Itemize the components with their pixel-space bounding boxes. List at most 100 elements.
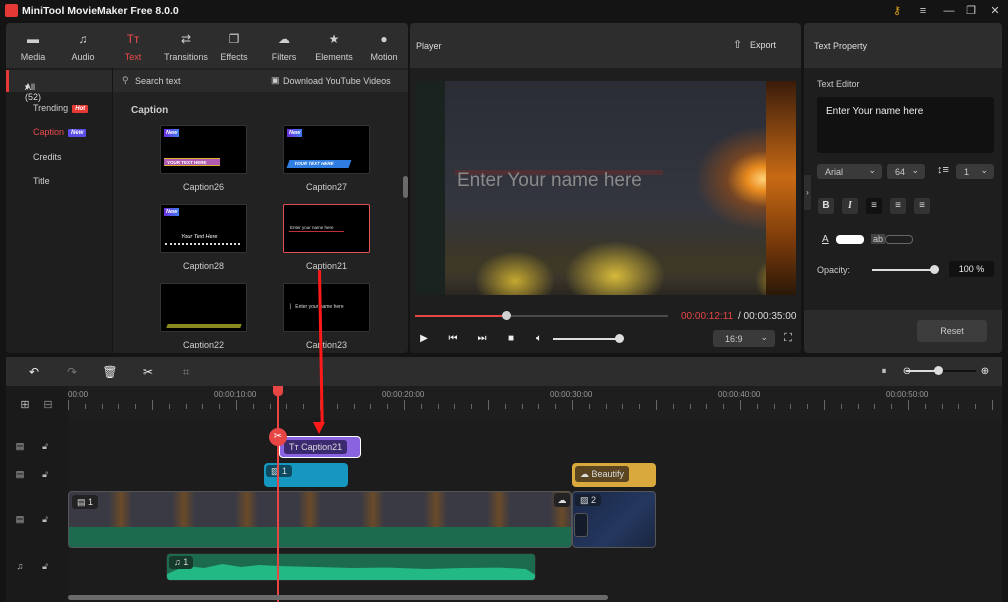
opacity-handle[interactable]: [930, 265, 939, 274]
category-title[interactable]: Title: [33, 176, 50, 186]
restore-button[interactable]: ❐: [962, 3, 980, 19]
timeline-horizontal-scrollbar[interactable]: [68, 595, 608, 600]
search-input[interactable]: Search text: [135, 76, 181, 86]
lock-icon[interactable]: 🔓︎: [40, 441, 50, 453]
caption-overlay-text[interactable]: Enter Your name here: [457, 170, 642, 192]
ruler-tick: [924, 404, 926, 409]
align-left-button[interactable]: ≡: [866, 198, 882, 214]
next-frame-button[interactable]: ⏭: [475, 332, 489, 346]
lock-icon[interactable]: 🔓︎: [40, 514, 50, 526]
thumbnail-label: Caption21: [305, 261, 348, 271]
volume-icon[interactable]: 🔈︎: [532, 332, 546, 346]
add-track-icon[interactable]: ⊞: [19, 398, 31, 411]
tab-filters[interactable]: ☁ Filters: [259, 23, 309, 68]
category-trending[interactable]: Trending Hot: [33, 103, 89, 113]
volume-slider[interactable]: [553, 338, 619, 340]
section-title: Caption: [131, 105, 169, 116]
ruler-tick: [185, 404, 187, 409]
transition-slot[interactable]: [574, 513, 588, 537]
fullscreen-button[interactable]: ⛶: [781, 332, 795, 346]
track-headers: ⊞ ⊟ ▤ 🔓︎ ▤ 🔓︎ ▤ 🔓︎ ♫ 🔓︎: [6, 386, 68, 602]
split-button[interactable]: ✂: [140, 364, 156, 380]
tab-effects[interactable]: ❐ Effects: [209, 23, 259, 68]
caption-thumbnail[interactable]: New Your Text Here: [160, 204, 247, 253]
previous-frame-button[interactable]: ⏮: [446, 332, 460, 346]
audio-clip[interactable]: ♫ 1: [166, 553, 536, 581]
font-select[interactable]: Arial ⌄: [817, 164, 882, 179]
timeline-ruler[interactable]: 00:00 00:00:10:00 00:00:20:00 00:00:30:00 00…: [68, 386, 1002, 418]
filter-clip[interactable]: ☁ Beautify: [572, 463, 656, 487]
menu-icon[interactable]: ≡: [914, 3, 932, 19]
stop-button[interactable]: ■: [504, 332, 518, 346]
thumbnail-underline: [289, 231, 344, 232]
category-all[interactable]: ▾ All (52): [6, 70, 112, 102]
italic-button[interactable]: I: [842, 198, 858, 214]
minimize-button[interactable]: —: [940, 3, 958, 19]
music-icon: ♫: [78, 32, 88, 46]
aspect-ratio-select[interactable]: 16:9 ⌄: [713, 330, 775, 347]
font-size-select[interactable]: 64 ⌄: [887, 164, 925, 179]
caption-thumbnail[interactable]: New YOUR TEXT HERE: [283, 125, 370, 174]
ruler-tick: [790, 404, 792, 409]
background-color-swatch[interactable]: [885, 235, 913, 244]
ruler-tick: [404, 400, 405, 410]
lock-icon[interactable]: 🔓︎: [40, 561, 50, 573]
caption-clip[interactable]: Tт Caption21: [279, 436, 361, 458]
ruler-tick: [605, 404, 607, 409]
seek-handle[interactable]: [502, 311, 512, 320]
caption-thumbnail[interactable]: New YOUR TEXT HERE: [160, 125, 247, 174]
download-youtube-link[interactable]: Download YouTube Videos: [283, 76, 391, 86]
tab-motion[interactable]: ● Motion: [359, 23, 408, 68]
close-button[interactable]: ✕: [986, 3, 1004, 19]
tab-media[interactable]: ▬ Media: [8, 23, 58, 68]
text-color-swatch[interactable]: [836, 235, 864, 244]
key-icon[interactable]: ⚷: [888, 3, 906, 19]
caption-thumbnail-selected[interactable]: Enter your name here: [283, 204, 370, 253]
undo-button[interactable]: ↶: [26, 364, 42, 380]
crop-button[interactable]: ⌗: [178, 364, 194, 380]
video-clip[interactable]: ▤ 1 ☁: [68, 491, 572, 548]
caption-thumbnail[interactable]: ▏ Enter your name here: [283, 283, 370, 332]
lock-icon[interactable]: 🔓︎: [40, 469, 50, 481]
split-at-playhead-icon[interactable]: ✂: [269, 428, 287, 446]
playhead-handle[interactable]: [273, 386, 283, 396]
library-tabs: ▬ Media ♫ Audio Tт Text ⇄ Transitions ❐ Effec…: [6, 23, 408, 68]
collapse-panel-button[interactable]: ›: [804, 175, 811, 210]
align-right-button[interactable]: ≡: [914, 198, 930, 214]
volume-handle[interactable]: [615, 334, 624, 343]
tab-text[interactable]: Tт Text: [108, 23, 158, 68]
zoom-out-button[interactable]: ⊖: [899, 364, 915, 380]
delete-button[interactable]: 🗑︎: [102, 364, 118, 380]
seek-bar[interactable]: [415, 311, 668, 320]
export-button[interactable]: ⇧ Export: [733, 38, 783, 54]
playhead[interactable]: [277, 386, 279, 602]
redo-button[interactable]: ↷: [64, 364, 80, 380]
caption-thumbnail[interactable]: [160, 283, 247, 332]
image-clip-2[interactable]: ▨ 2: [572, 491, 656, 548]
tab-elements[interactable]: ★ Elements: [309, 23, 359, 68]
tab-audio[interactable]: ♫ Audio: [58, 23, 108, 68]
thumbnail-decoration: [165, 243, 240, 245]
opacity-slider[interactable]: [872, 269, 934, 271]
video-preview[interactable]: Enter Your name here: [415, 81, 796, 295]
play-button[interactable]: ▶: [417, 332, 431, 346]
library-scrollbar[interactable]: [403, 176, 408, 198]
ruler-tick: [286, 404, 288, 409]
zoom-in-button[interactable]: ⊕: [977, 364, 993, 380]
total-timecode: / 00:00:35:00: [738, 311, 797, 322]
tab-transitions[interactable]: ⇄ Transitions: [158, 23, 214, 68]
line-spacing-select[interactable]: 1 ⌄: [956, 164, 994, 179]
ruler-tick: [202, 404, 204, 409]
category-credits[interactable]: Credits: [33, 152, 62, 162]
bold-button[interactable]: B: [818, 198, 834, 214]
fit-timeline-button[interactable]: ⏸: [876, 364, 892, 380]
category-caption[interactable]: Caption New: [33, 127, 87, 137]
ruler-tick: [454, 404, 456, 409]
reset-button[interactable]: Reset: [917, 320, 987, 342]
timeline-zoom-handle[interactable]: [934, 366, 943, 375]
text-editor-input[interactable]: Enter Your name here: [817, 97, 994, 153]
opacity-value-input[interactable]: 100 %: [949, 261, 994, 277]
align-center-button[interactable]: ≡: [890, 198, 906, 214]
remove-track-icon[interactable]: ⊟: [42, 398, 54, 411]
ruler-tick: [891, 404, 893, 409]
